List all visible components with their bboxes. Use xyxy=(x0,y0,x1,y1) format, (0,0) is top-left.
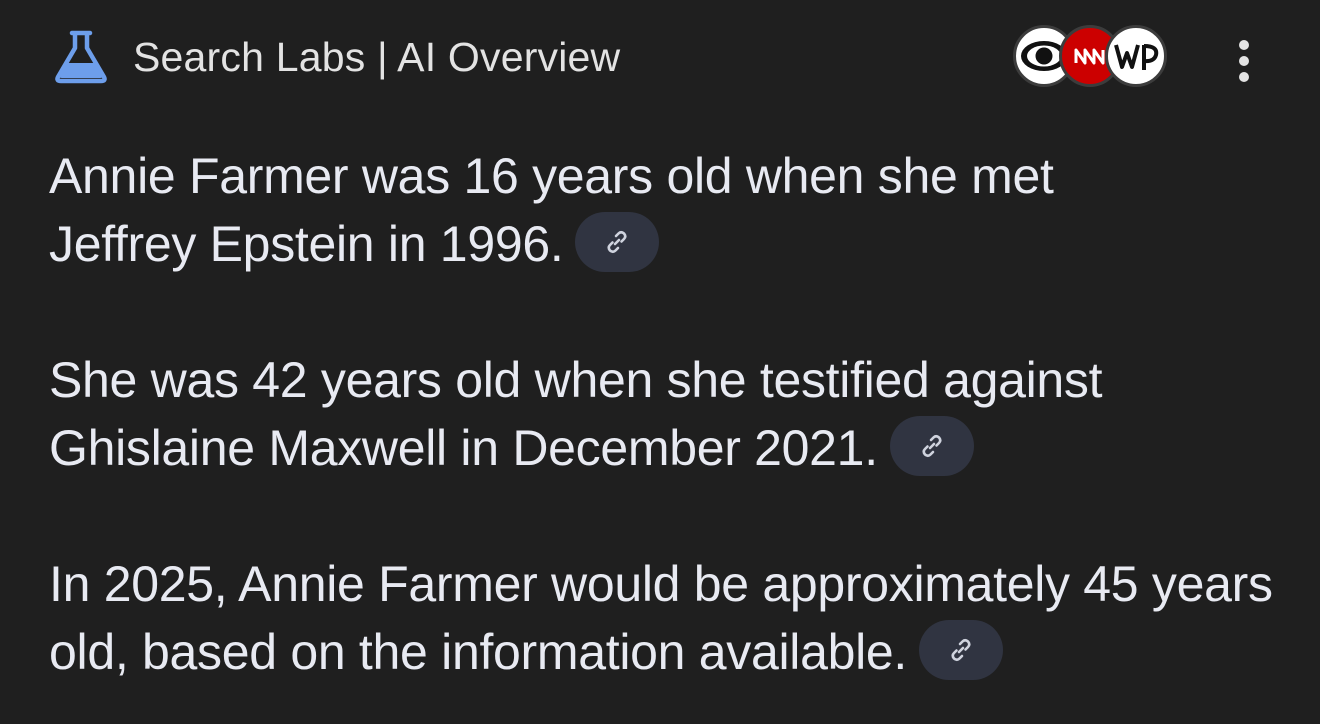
header-title: Search Labs | AI Overview xyxy=(133,34,621,80)
source-link-button[interactable] xyxy=(919,619,1004,680)
flask-icon xyxy=(55,30,107,84)
ai-overview-header: Search Labs | AI Overview xyxy=(0,0,1320,112)
washington-post-logo[interactable] xyxy=(1105,25,1167,87)
source-logos[interactable] xyxy=(1013,25,1167,91)
overview-paragraph: In 2025, Annie Farmer would be approxima… xyxy=(49,550,1299,686)
more-options-button[interactable] xyxy=(1222,34,1266,88)
link-icon xyxy=(607,230,627,253)
more-vert-icon-dot xyxy=(1239,72,1249,82)
source-link-button[interactable] xyxy=(575,211,660,272)
paragraph-text: In 2025, Annie Farmer would be approxima… xyxy=(49,556,1273,680)
overview-paragraph: She was 42 years old when she testified … xyxy=(49,346,1249,482)
more-vert-icon-dot xyxy=(1239,56,1249,66)
more-vert-icon-dot xyxy=(1239,40,1249,50)
overview-content: Annie Farmer was 16 years old when she m… xyxy=(49,142,1299,686)
link-icon xyxy=(922,434,942,457)
ai-overview-panel: Search Labs | AI Overview Annie Farmer w… xyxy=(0,0,1320,724)
paragraph-text: Annie Farmer was 16 years old when she m… xyxy=(49,148,1054,272)
source-link-button[interactable] xyxy=(889,415,974,476)
overview-paragraph: Annie Farmer was 16 years old when she m… xyxy=(49,142,1189,278)
link-icon xyxy=(951,638,971,661)
